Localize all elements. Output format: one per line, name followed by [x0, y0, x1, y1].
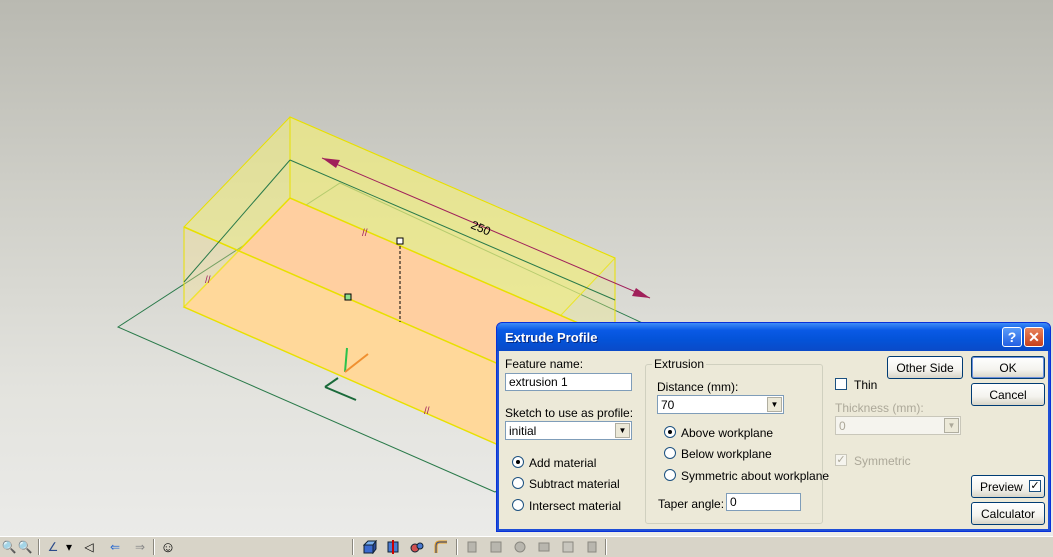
toolbar-separator: [38, 539, 40, 555]
feature-icon-3: [511, 538, 529, 556]
constraint-mark-2: //: [205, 275, 211, 286]
revolve-icon[interactable]: [384, 538, 402, 556]
sketch-label: Sketch to use as profile:: [505, 406, 634, 420]
sketch-select[interactable]: initial ▼: [505, 421, 632, 440]
preview-label: Preview: [980, 479, 1023, 494]
axis-y: [324, 386, 357, 401]
below-workplane-radio[interactable]: [664, 447, 676, 459]
add-material-label[interactable]: Add material: [529, 456, 596, 470]
below-workplane-label[interactable]: Below workplane: [681, 447, 772, 461]
look-at-icon[interactable]: ◁: [80, 538, 98, 556]
dropdown-icon[interactable]: ▾: [64, 538, 74, 556]
toolbar-separator: [456, 539, 458, 555]
taper-angle-field[interactable]: 0: [726, 493, 801, 511]
feature-name-field[interactable]: extrusion 1: [505, 373, 632, 391]
thickness-select: 0 ▼: [835, 416, 961, 435]
extrude-profile-dialog: Extrude Profile ? ✕ Feature name: extrus…: [496, 322, 1051, 532]
symmetric-workplane-radio[interactable]: [664, 469, 676, 481]
cancel-button[interactable]: Cancel: [971, 383, 1045, 406]
intersect-material-radio[interactable]: [512, 499, 524, 511]
axis-y-stem: [324, 377, 339, 388]
toolbar-separator: [605, 539, 607, 555]
thickness-value: 0: [839, 419, 846, 433]
distance-value: 70: [661, 398, 675, 412]
dimension-arrow-end: [632, 288, 650, 298]
add-material-radio[interactable]: [512, 456, 524, 468]
symmetric-workplane-label[interactable]: Symmetric about workplane: [681, 469, 829, 483]
constraint-mark-1: //: [362, 228, 368, 239]
above-workplane-radio[interactable]: [664, 426, 676, 438]
calculator-button[interactable]: Calculator: [971, 502, 1045, 525]
view-toolbar: 🔍 🔍 ∠ ▾ ◁ ⇐ ⇒ ☺: [0, 536, 1053, 557]
thin-label[interactable]: Thin: [854, 378, 877, 392]
feature-icon-6: [583, 538, 601, 556]
smiley-icon[interactable]: ☺: [159, 538, 177, 556]
chevron-down-icon[interactable]: ▼: [615, 423, 630, 438]
dialog-titlebar[interactable]: Extrude Profile ? ✕: [497, 323, 1050, 351]
subtract-material-radio[interactable]: [512, 477, 524, 489]
zoom-out-icon[interactable]: 🔍: [16, 538, 34, 556]
help-button[interactable]: ?: [1002, 327, 1022, 347]
toolbar-separator: [352, 539, 354, 555]
chevron-down-icon[interactable]: ▼: [767, 397, 782, 412]
next-view-icon[interactable]: ⇒: [131, 538, 149, 556]
ok-button[interactable]: OK: [971, 356, 1045, 379]
subtract-material-label[interactable]: Subtract material: [529, 477, 620, 491]
taper-angle-label: Taper angle:: [658, 497, 725, 511]
other-side-button[interactable]: Other Side: [887, 356, 963, 379]
previous-view-icon[interactable]: ⇐: [106, 538, 124, 556]
feature-icon-5: [559, 538, 577, 556]
thin-checkbox[interactable]: [835, 378, 847, 390]
chevron-down-icon: ▼: [944, 418, 959, 433]
symmetric-checkbox: ✓: [835, 454, 847, 466]
constraint-mark-3: //: [424, 406, 430, 417]
feature-icon-4: [535, 538, 553, 556]
dialog-title: Extrude Profile: [505, 330, 598, 345]
thickness-label: Thickness (mm):: [835, 401, 924, 415]
sketch-value: initial: [509, 424, 537, 438]
feature-icon-2: [487, 538, 505, 556]
feature-name-label: Feature name:: [505, 357, 584, 371]
sweep-icon[interactable]: [408, 538, 426, 556]
intersect-material-label[interactable]: Intersect material: [529, 499, 621, 513]
feature-icon-1: [463, 538, 481, 556]
height-handle: [396, 237, 404, 245]
workplane-icon[interactable]: ∠: [44, 538, 62, 556]
extrusion-group-label: Extrusion: [652, 357, 707, 371]
above-workplane-label[interactable]: Above workplane: [681, 426, 773, 440]
toolbar-separator: [153, 539, 155, 555]
center-handle: [344, 293, 352, 301]
close-button[interactable]: ✕: [1024, 327, 1044, 347]
extrude-icon[interactable]: [361, 538, 379, 556]
distance-select[interactable]: 70 ▼: [657, 395, 784, 414]
symmetric-label: Symmetric: [854, 454, 911, 468]
distance-label: Distance (mm):: [657, 380, 739, 394]
preview-checkbox[interactable]: ✓: [1029, 480, 1041, 492]
blend-icon[interactable]: [432, 538, 450, 556]
